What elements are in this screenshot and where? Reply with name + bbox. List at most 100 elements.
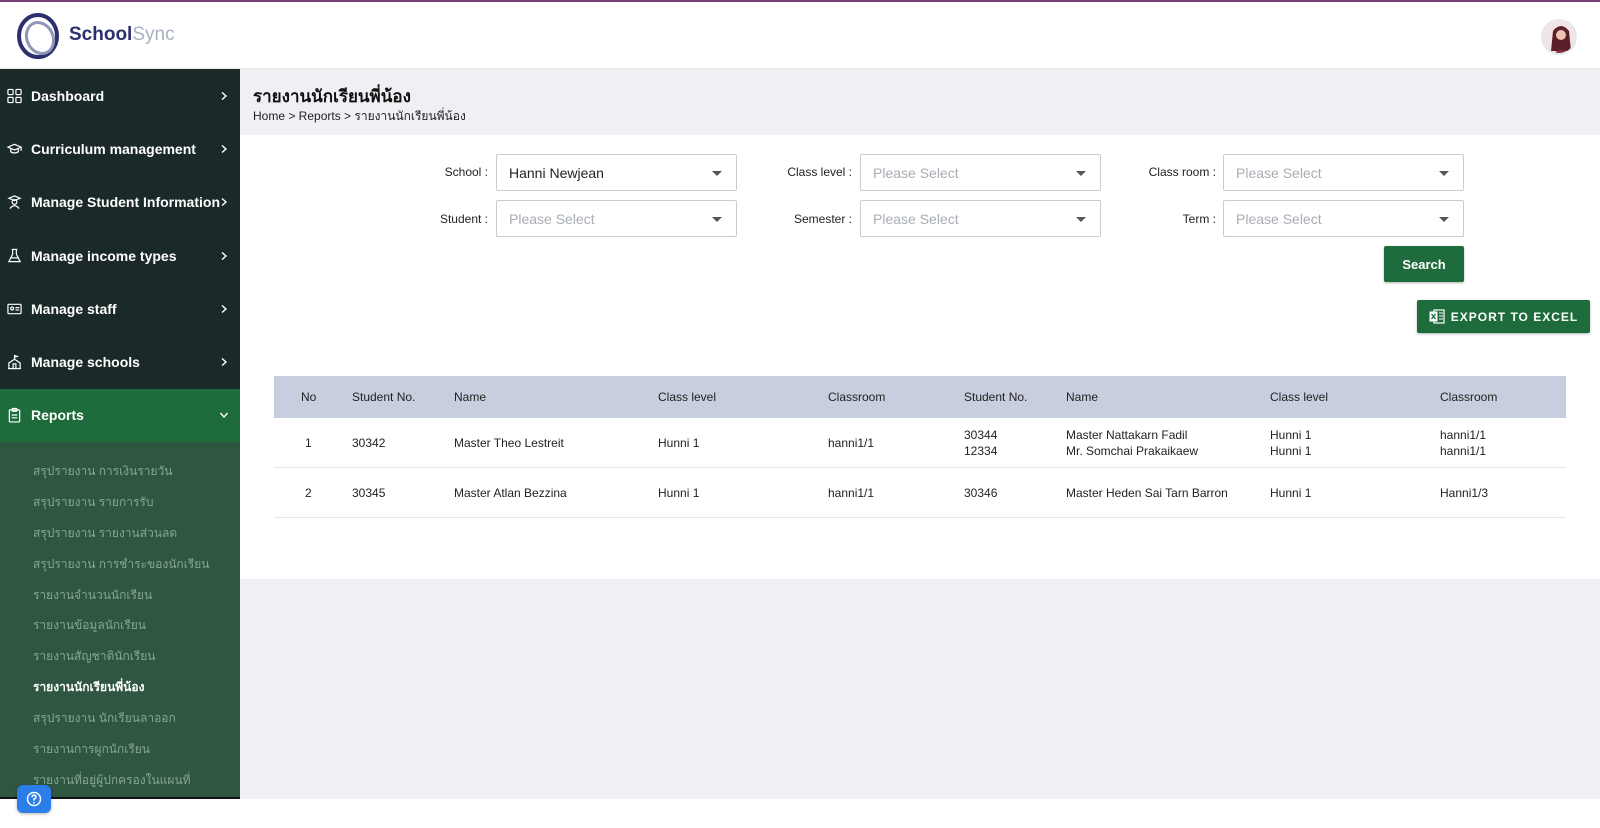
sidebar-item-curriculum[interactable]: Curriculum management (0, 122, 240, 175)
sidebar-item-label: Manage staff (31, 300, 117, 317)
cell-sibling-classroom: Hanni1/3 (1440, 468, 1488, 517)
term-select[interactable]: Please Select (1223, 200, 1464, 237)
search-button[interactable]: Search (1384, 246, 1464, 282)
sibling-classroom: hanni1/1 (1440, 427, 1487, 442)
class-level-select[interactable]: Please Select (860, 154, 1101, 191)
table-row: 1 30342 Master Theo Lestreit Hunni 1 han… (274, 418, 1566, 468)
cell-classroom: hanni1/1 (828, 485, 875, 500)
chevron-right-icon (221, 198, 228, 207)
cell-sibling-class-level: Hunni 1 Hunni 1 (1270, 418, 1311, 467)
breadcrumb[interactable]: Home > Reports > รายงานนักเรียนพี่น้อง (253, 107, 466, 126)
column-header-student-no: Student No. (352, 390, 416, 404)
sibling-name: Mr. Somchai Prakaikaew (1066, 443, 1199, 458)
class-room-label: Class room : (1148, 165, 1216, 179)
class-room-placeholder: Please Select (1236, 164, 1322, 181)
id-card-icon (7, 303, 22, 315)
sibling-class-level: Hunni 1 (1270, 427, 1312, 442)
column-header-sibling-classroom: Classroom (1440, 390, 1498, 404)
sidebar-item-label: Curriculum management (31, 140, 196, 157)
schoolsync-logo-icon[interactable] (16, 12, 60, 60)
grid-icon (7, 88, 22, 103)
cell-sibling-student-no: 30346 (964, 468, 997, 517)
school-building-icon (7, 354, 22, 370)
report-student-info[interactable]: รายงานข้อมูลนักเรียน (0, 611, 240, 642)
main-content: รายงานนักเรียนพี่น้อง Home > Reports > ร… (240, 69, 1600, 799)
cell-name: Master Atlan Bezzina (454, 485, 567, 500)
sidebar-item-staff[interactable]: Manage staff (0, 282, 240, 335)
report-siblings[interactable]: รายงานนักเรียนพี่น้อง (0, 672, 240, 703)
sidebar-item-label: Manage income types (31, 247, 177, 264)
export-excel-button[interactable]: EXPORT TO EXCEL (1417, 300, 1590, 333)
sidebar-item-student-information[interactable]: Manage Student Information (0, 176, 240, 229)
class-level-label: Class level : (787, 165, 852, 179)
clipboard-icon (8, 408, 21, 423)
sidebar-item-dashboard[interactable]: Dashboard (0, 69, 240, 122)
sibling-name: Master Nattakarn Fadil (1066, 427, 1188, 442)
school-select[interactable]: Hanni Newjean (496, 154, 737, 191)
sidebar: Dashboard Curriculum management Manage S… (0, 69, 240, 800)
cell-class-level: Hunni 1 (658, 435, 700, 450)
term-placeholder: Please Select (1236, 210, 1322, 227)
sidebar-item-label: Manage schools (31, 354, 140, 371)
cell-student-no: 30342 (352, 435, 386, 450)
sibling-student-no: 30346 (964, 485, 998, 500)
column-header-class-level: Class level (658, 390, 717, 404)
student-select[interactable]: Please Select (496, 200, 737, 237)
brand-name-part2: Sync (132, 24, 175, 45)
cell-no: 2 (305, 485, 312, 500)
student-icon (7, 195, 22, 210)
sibling-classroom: hanni1/1 (1440, 443, 1487, 458)
school-label: School : (444, 165, 488, 179)
sidebar-item-income-types[interactable]: Manage income types (0, 229, 240, 282)
chevron-right-icon (221, 304, 228, 313)
cell-class-level: Hunni 1 (658, 485, 700, 500)
cell-no: 1 (305, 435, 312, 450)
report-student-payment-summary[interactable]: สรุปรายงาน การชำระของนักเรียน (0, 549, 240, 580)
school-select-value: Hanni Newjean (509, 164, 604, 181)
cell-student-no: 30345 (352, 485, 386, 500)
sibling-class-level: Hunni 1 (1270, 443, 1312, 458)
app-header: SchoolSync (0, 2, 1600, 69)
report-daily-finance-summary[interactable]: สรุปรายงาน การเงินรายวัน (0, 456, 240, 487)
report-student-resignation-summary[interactable]: สรุปรายงาน นักเรียนลาออก (0, 703, 240, 734)
report-discount-summary[interactable]: สรุปรายงาน รายงานส่วนลด (0, 518, 240, 549)
term-label: Term : (1182, 212, 1216, 226)
avatar-image-icon (1543, 21, 1575, 53)
column-header-sibling-name: Name (1066, 390, 1099, 404)
question-circle-icon (26, 791, 42, 807)
brand-name[interactable]: SchoolSync (69, 24, 175, 46)
user-avatar[interactable] (1541, 19, 1577, 55)
chevron-right-icon (221, 144, 228, 153)
help-button[interactable] (17, 785, 51, 813)
caret-down-icon (712, 171, 722, 176)
sidebar-item-reports[interactable]: Reports (0, 388, 240, 443)
page-title: รายงานนักเรียนพี่น้อง (253, 87, 411, 106)
sidebar-item-schools[interactable]: Manage schools (0, 335, 240, 388)
report-receipts-summary[interactable]: สรุปรายงาน รายการรับ (0, 487, 240, 518)
report-student-count[interactable]: รายงานจำนวนนักเรียน (0, 580, 240, 611)
caret-down-icon (712, 217, 722, 222)
chevron-down-icon (220, 412, 228, 419)
class-room-select[interactable]: Please Select (1223, 154, 1464, 191)
report-student-nationality[interactable]: รายงานสัญชาตินักเรียน (0, 641, 240, 672)
siblings-table: No Student No. Name Class level Classroo… (274, 376, 1566, 518)
student-placeholder: Please Select (509, 210, 595, 227)
column-header-classroom: Classroom (828, 390, 886, 404)
caret-down-icon (1076, 217, 1086, 222)
cell-sibling-name: Master Heden Sai Tarn Barron (1066, 468, 1228, 517)
sibling-name: Master Heden Sai Tarn Barron (1066, 485, 1228, 500)
excel-icon (1429, 309, 1445, 324)
graduation-cap-icon (7, 143, 22, 154)
cell-classroom: hanni1/1 (828, 435, 875, 450)
semester-placeholder: Please Select (873, 210, 959, 227)
semester-label: Semester : (793, 212, 852, 226)
cell-sibling-classroom: hanni1/1 hanni1/1 (1440, 418, 1486, 467)
caret-down-icon (1076, 171, 1086, 176)
sidebar-item-label: Reports (31, 407, 84, 424)
reports-submenu: สรุปรายงาน การเงินรายวัน สรุปรายงาน รายก… (0, 442, 240, 800)
class-level-placeholder: Please Select (873, 164, 959, 181)
report-student-binding[interactable]: รายงานการผูกนักเรียน (0, 734, 240, 765)
sidebar-item-label: Manage Student Information (31, 194, 220, 211)
semester-select[interactable]: Please Select (860, 200, 1101, 237)
sibling-student-no: 30344 (964, 427, 998, 442)
